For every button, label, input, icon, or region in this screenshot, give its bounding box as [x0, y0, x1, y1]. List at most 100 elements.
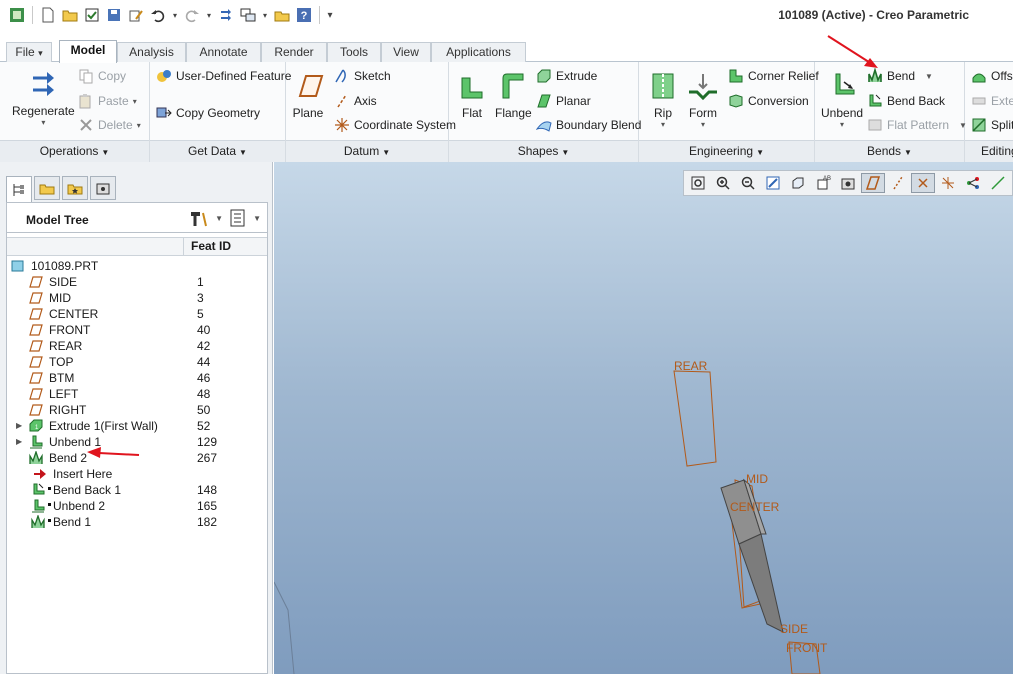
regenerate-icon[interactable]: [217, 6, 235, 24]
app-icon[interactable]: [8, 6, 26, 24]
tree-item-insert-here[interactable]: Insert Here: [7, 466, 267, 482]
tree-item-center[interactable]: CENTER 5: [7, 306, 267, 322]
favorites-tab[interactable]: [62, 176, 88, 200]
extend-button[interactable]: Exte: [971, 93, 1013, 109]
open-folder-icon[interactable]: [61, 6, 79, 24]
tab-annotate[interactable]: Annotate: [186, 42, 261, 62]
tab-analysis[interactable]: Analysis: [117, 42, 186, 62]
group-label-editing[interactable]: Editing: [965, 140, 1013, 162]
group-label-datum[interactable]: Datum ▼: [286, 140, 448, 162]
group-label-get-data[interactable]: Get Data ▼: [150, 140, 285, 162]
split-button[interactable]: Split: [971, 117, 1013, 133]
datum-label-side[interactable]: SIDE: [780, 622, 808, 636]
graphics-window[interactable]: AB REAR MID CENTER SIDE FRONT: [274, 162, 1013, 674]
expand-arrow-icon[interactable]: ▶: [16, 434, 22, 450]
tree-item-part[interactable]: 101089.PRT: [7, 258, 267, 274]
navigator-tabs: [6, 176, 116, 203]
new-file-icon[interactable]: [39, 6, 57, 24]
paste-button[interactable]: Paste ▾: [78, 93, 137, 109]
undo-icon[interactable]: [149, 6, 167, 24]
datum-label-mid[interactable]: MID: [746, 472, 768, 486]
tab-view[interactable]: View: [381, 42, 431, 62]
tree-item-label: Insert Here: [53, 467, 113, 481]
bend-icon: [29, 451, 43, 464]
sketch-button[interactable]: Sketch: [334, 68, 391, 84]
datum-plane-rear[interactable]: [673, 370, 717, 467]
folder-browser-tab[interactable]: [34, 176, 60, 200]
tab-model[interactable]: Model: [59, 40, 117, 63]
tree-settings-dropdown-icon[interactable]: ▼: [215, 214, 223, 223]
redo-dropdown-icon[interactable]: ▾: [205, 11, 213, 20]
help-icon[interactable]: ?: [295, 6, 313, 24]
datum-label-front[interactable]: FRONT: [786, 641, 827, 655]
flange-button[interactable]: Flange: [495, 70, 532, 120]
datum-plane-icon: [29, 340, 43, 352]
plane-button[interactable]: Plane: [292, 70, 324, 120]
tree-item-side[interactable]: SIDE 1: [7, 274, 267, 290]
show-list-icon[interactable]: [229, 209, 247, 227]
tree-item-label: Bend 2: [49, 451, 88, 465]
tree-item-bend-1[interactable]: Bend 1 182: [7, 514, 267, 530]
copy-button[interactable]: Copy: [78, 68, 126, 84]
tree-settings-icon[interactable]: [189, 209, 209, 227]
customize-toolbar-icon[interactable]: ▾: [326, 10, 334, 21]
close-window-icon[interactable]: [273, 6, 291, 24]
corner-relief-button[interactable]: Corner Relief: [728, 68, 819, 84]
windows-dropdown-icon[interactable]: ▾: [261, 11, 269, 20]
offset-button[interactable]: Offse: [971, 68, 1013, 84]
tree-item-feat-id: 267: [197, 451, 218, 465]
group-label-bends[interactable]: Bends ▼: [815, 140, 964, 162]
conversion-button[interactable]: Conversion: [728, 93, 809, 109]
datum-plane-icon: [29, 388, 43, 400]
copy-geometry-button[interactable]: Copy Geometry: [156, 105, 260, 121]
tab-tools[interactable]: Tools: [327, 42, 381, 62]
show-dropdown-icon[interactable]: ▼: [253, 214, 261, 223]
datum-label-center[interactable]: CENTER: [730, 500, 779, 514]
coordinate-system-button[interactable]: Coordinate System: [334, 117, 456, 133]
chevron-down-icon: ▼: [756, 148, 764, 157]
bend-dropdown-icon[interactable]: ▼: [925, 72, 933, 81]
delete-button[interactable]: Delete ▾: [78, 117, 141, 133]
tab-file[interactable]: File ▾: [6, 42, 52, 62]
model-tree-tab[interactable]: [6, 176, 32, 203]
tree-item-rear[interactable]: REAR 42: [7, 338, 267, 354]
tree-item-extrude-1[interactable]: ▶ 1 Extrude 1(First Wall) 52: [7, 418, 267, 434]
tree-item-right[interactable]: RIGHT 50: [7, 402, 267, 418]
tree-item-mid[interactable]: MID 3: [7, 290, 267, 306]
select-working-directory-icon[interactable]: [83, 6, 101, 24]
group-label-engineering[interactable]: Engineering ▼: [639, 140, 814, 162]
undo-dropdown-icon[interactable]: ▾: [171, 11, 179, 20]
windows-icon[interactable]: [239, 6, 257, 24]
tree-item-unbend-2[interactable]: Unbend 2 165: [7, 498, 267, 514]
form-button[interactable]: Form ▾: [687, 70, 719, 129]
edit-icon[interactable]: [127, 6, 145, 24]
extrude-button[interactable]: Extrude: [536, 68, 597, 84]
flat-pattern-button[interactable]: Flat Pattern ▼: [867, 117, 967, 133]
tree-item-left[interactable]: LEFT 48: [7, 386, 267, 402]
corner-relief-icon: [729, 69, 743, 83]
tree-item-label: CENTER: [49, 307, 99, 321]
flat-button[interactable]: Flat: [456, 70, 488, 120]
user-defined-feature-button[interactable]: User-Defined Feature: [156, 68, 291, 84]
tree-item-bend-back-1[interactable]: Bend Back 1 148: [7, 482, 267, 498]
group-label-operations[interactable]: Operations ▼: [0, 140, 149, 162]
rip-button[interactable]: Rip ▾: [647, 70, 679, 129]
boundary-blend-button[interactable]: Boundary Blend: [536, 117, 641, 133]
connections-tab[interactable]: [90, 176, 116, 200]
save-icon[interactable]: [105, 6, 123, 24]
group-label-shapes[interactable]: Shapes ▼: [449, 140, 638, 162]
tree-item-front[interactable]: FRONT 40: [7, 322, 267, 338]
column-feat-id[interactable]: Feat ID: [183, 238, 231, 255]
regenerate-dropdown-icon[interactable]: ▾: [41, 118, 45, 127]
tab-applications[interactable]: Applications: [431, 42, 526, 62]
tree-item-top[interactable]: TOP 44: [7, 354, 267, 370]
redo-icon[interactable]: [183, 6, 201, 24]
planar-button[interactable]: Planar: [536, 93, 591, 109]
datum-plane-icon: [29, 356, 43, 368]
datum-label-rear[interactable]: REAR: [674, 359, 707, 373]
axis-button[interactable]: Axis: [334, 93, 377, 109]
regenerate-button[interactable]: Regenerate ▾: [12, 68, 75, 127]
expand-arrow-icon[interactable]: ▶: [16, 418, 22, 434]
tab-render[interactable]: Render: [261, 42, 327, 62]
tree-item-btm[interactable]: BTM 46: [7, 370, 267, 386]
